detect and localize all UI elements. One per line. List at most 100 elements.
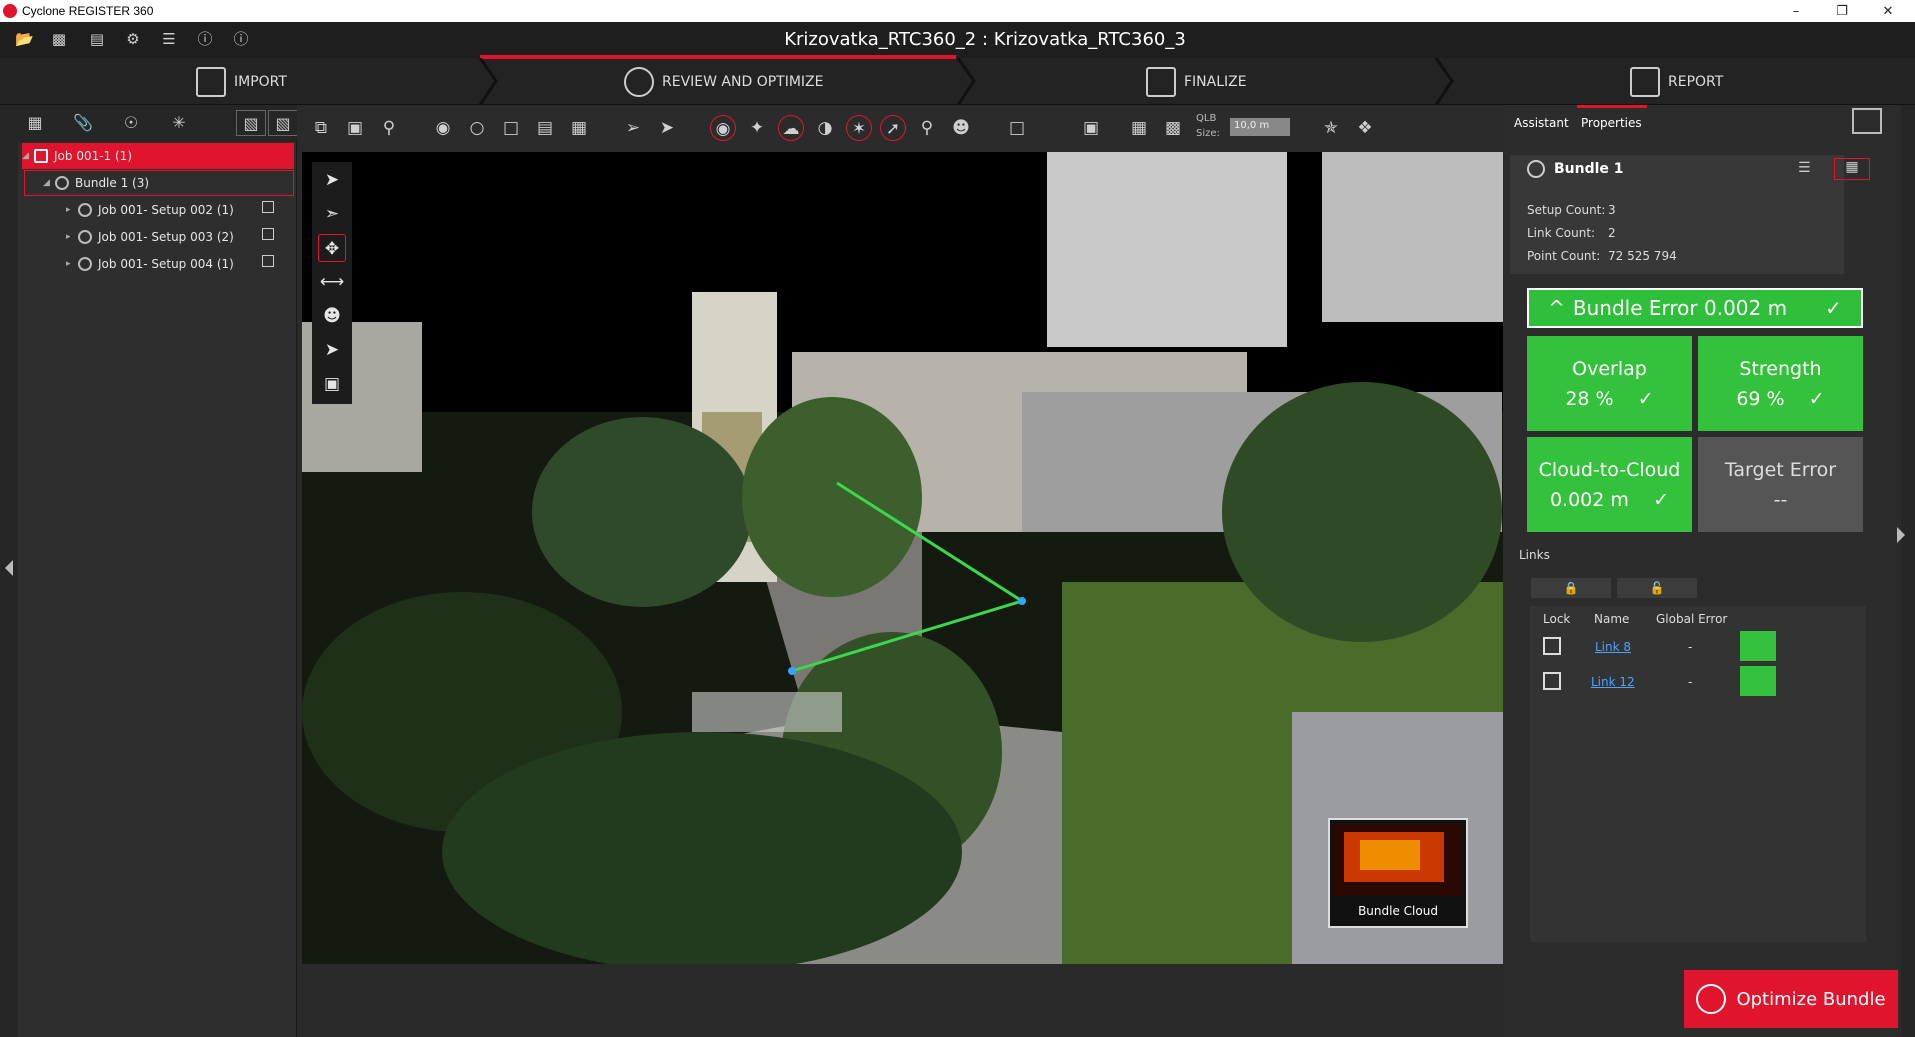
step-finalize[interactable]: FINALIZE: [1146, 58, 1247, 105]
import-icon: [196, 66, 226, 97]
grid-view-icon[interactable]: ▦: [1834, 158, 1870, 180]
close-button[interactable]: ✕: [1865, 0, 1911, 22]
minimize-button[interactable]: –: [1773, 0, 1819, 22]
tab-attachments-icon[interactable]: 📎: [68, 110, 98, 136]
link-line-icon[interactable]: ➚: [880, 115, 906, 141]
collapse-right-icon[interactable]: [1896, 527, 1906, 543]
target-error-tile[interactable]: Target Error --: [1698, 437, 1863, 532]
library-icon[interactable]: ▤: [88, 31, 106, 47]
setup-positions-icon[interactable]: ◉: [710, 115, 736, 141]
tab-tree-icon[interactable]: ▦: [20, 110, 50, 136]
point-cloud-scene[interactable]: [302, 152, 1503, 964]
lock-checkbox[interactable]: [1543, 637, 1561, 655]
panorama-icon[interactable]: ▤: [532, 115, 558, 141]
tree-item-setup[interactable]: ▸ Job 001- Setup 003 (2): [22, 224, 282, 250]
cube-icon[interactable]: ▣: [1078, 115, 1104, 141]
limit-box-icon[interactable]: ▩: [1160, 115, 1186, 141]
image-icon[interactable]: [262, 255, 274, 267]
optimize-bundle-button[interactable]: Optimize Bundle: [1684, 970, 1898, 1028]
tree-item-setup[interactable]: ▸ Job 001- Setup 002 (1): [22, 197, 282, 223]
database-icon[interactable]: ☰: [160, 31, 178, 47]
lock-checkbox[interactable]: [1543, 672, 1561, 690]
square-view-icon[interactable]: □: [498, 115, 524, 141]
step-separator-icon: [478, 58, 498, 105]
unlock-links-button[interactable]: 🔓: [1617, 578, 1697, 598]
camera-icon[interactable]: ◉: [430, 115, 456, 141]
overlap-tile[interactable]: Overlap 28 % ✓: [1527, 336, 1692, 431]
zoom-icon[interactable]: ⚲: [376, 115, 402, 141]
app-logo-icon: [3, 4, 17, 18]
links-icon[interactable]: ✶: [846, 115, 872, 141]
bundle-name: Bundle 1: [1554, 161, 1624, 177]
tree-item-setup[interactable]: ▸ Job 001- Setup 004 (1): [22, 251, 282, 277]
image-icon[interactable]: [262, 201, 274, 213]
column-header-name: Name: [1594, 612, 1630, 626]
multi-select-icon[interactable]: ➣: [318, 200, 346, 228]
color-mode-icon[interactable]: ○: [464, 115, 490, 141]
selection-box-icon[interactable]: □: [1004, 115, 1030, 141]
strength-tile[interactable]: Strength 69 % ✓: [1698, 336, 1863, 431]
tab-properties[interactable]: Properties: [1581, 116, 1642, 130]
right-collapse-strip[interactable]: [1901, 105, 1915, 1037]
help-icon[interactable]: ⓘ: [196, 31, 214, 47]
layers-icon[interactable]: ▦: [1126, 115, 1152, 141]
info-icon[interactable]: ⓘ: [232, 31, 250, 47]
collapse-arrow-icon[interactable]: ◢: [22, 151, 34, 161]
save-project-icon[interactable]: ▩: [50, 31, 68, 47]
bottom-area: [302, 964, 1503, 1037]
setup-count-label: Setup Count:: [1527, 203, 1606, 217]
target-icon[interactable]: ◑: [812, 115, 838, 141]
snap-icon[interactable]: ➤: [654, 115, 680, 141]
link-status-indicator: [1740, 666, 1776, 696]
walk-icon[interactable]: ☻: [318, 302, 346, 330]
filter-a-icon[interactable]: ▧: [236, 110, 266, 136]
tile-value: --: [1773, 488, 1788, 511]
expand-arrow-icon[interactable]: ▸: [66, 232, 78, 242]
fit-view-icon[interactable]: ▣: [342, 115, 368, 141]
bundle-error-banner[interactable]: ^ Bundle Error 0.002 m ✓: [1527, 288, 1863, 328]
tag-icon[interactable]: ✦: [744, 115, 770, 141]
expand-arrow-icon[interactable]: ▸: [66, 205, 78, 215]
location-pin-icon[interactable]: ⚲: [914, 115, 940, 141]
open-folder-icon[interactable]: 📂: [15, 31, 34, 47]
move-icon[interactable]: ⟷: [318, 268, 346, 296]
lock-links-button[interactable]: 🔒: [1531, 578, 1611, 598]
collapse-left-icon[interactable]: [4, 560, 14, 576]
link-name[interactable]: Link 8: [1595, 640, 1631, 654]
tab-assistant[interactable]: Assistant: [1514, 116, 1569, 130]
step-import[interactable]: IMPORT: [196, 58, 287, 105]
copy-icon[interactable]: ⧉: [308, 115, 334, 141]
qlb-size-input[interactable]: 10,0 m: [1230, 118, 1290, 136]
network-icon[interactable]: ❖: [1352, 115, 1378, 141]
cloud-to-cloud-tile[interactable]: Cloud-to-Cloud 0.002 m ✓: [1527, 437, 1692, 532]
measure-icon[interactable]: ➢: [620, 115, 646, 141]
check-icon: ✓: [1637, 387, 1654, 410]
cloud-icon[interactable]: ☁: [778, 115, 804, 141]
bundle-cloud-thumbnail[interactable]: Bundle Cloud: [1328, 818, 1468, 928]
link-count-label: Link Count:: [1527, 226, 1596, 240]
automation-icon[interactable]: ✯: [1318, 115, 1344, 141]
step-review-and-optimize[interactable]: REVIEW AND OPTIMIZE: [624, 58, 824, 105]
point-cloud-viewport[interactable]: [302, 152, 1503, 964]
fly-icon[interactable]: ➤: [318, 336, 346, 364]
filter-b-icon[interactable]: ▧: [268, 110, 298, 136]
image-icon[interactable]: [262, 228, 274, 240]
list-view-icon[interactable]: ☰: [1798, 160, 1811, 176]
user-location-icon[interactable]: ☻: [948, 115, 974, 141]
restore-button[interactable]: ❐: [1819, 0, 1865, 22]
collapse-arrow-icon[interactable]: ◢: [43, 178, 55, 188]
tree-item-job[interactable]: ◢ Job 001-1 (1): [22, 143, 294, 169]
link-name[interactable]: Link 12: [1591, 675, 1635, 689]
cube-view-icon[interactable]: ▣: [318, 370, 346, 398]
tree-item-bundle[interactable]: ◢ Bundle 1 (3): [24, 170, 294, 196]
expand-arrow-icon[interactable]: ▸: [66, 259, 78, 269]
panel-layout-icon[interactable]: [1852, 108, 1882, 134]
tab-targets-icon[interactable]: ✳: [164, 110, 194, 136]
select-arrow-icon[interactable]: ➤: [318, 166, 346, 194]
orbit-pan-icon[interactable]: ✥: [318, 234, 346, 262]
image-view-icon[interactable]: ▦: [566, 115, 592, 141]
tile-title: Cloud-to-Cloud: [1538, 458, 1681, 481]
tab-globe-icon[interactable]: ☉: [116, 110, 146, 136]
step-report[interactable]: REPORT: [1630, 58, 1723, 105]
settings-gear-icon[interactable]: ⚙: [124, 31, 142, 47]
